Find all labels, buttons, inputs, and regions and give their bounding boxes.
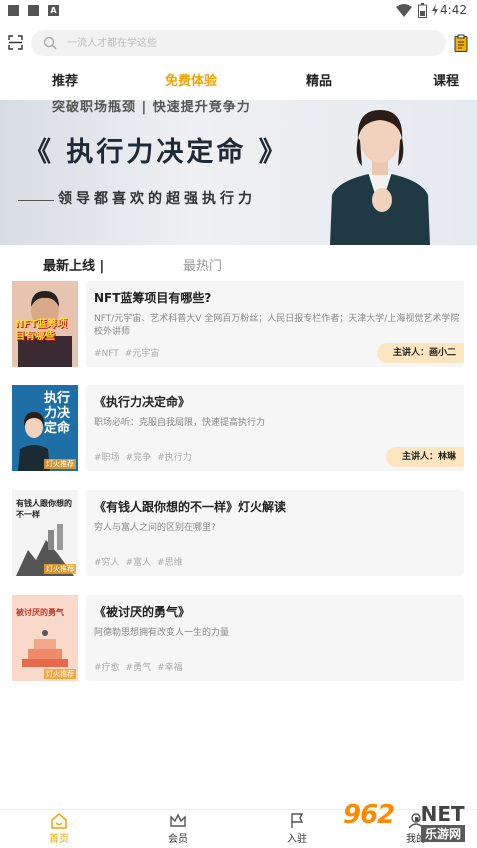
top-tabs: 推荐 免费体验 精品 课程 [0,64,477,98]
tab-latest-label: 最新上线 [43,259,96,274]
flag-icon [291,813,304,828]
course-thumbnail: 被讨厌的勇气 灯火推荐 [12,595,78,681]
nav-label: 入驻 [287,834,307,845]
banner-subtitle: 领导都喜欢的超强执行力 [58,191,256,207]
course-tags: #疗愈 #勇气 #幸福 [94,660,189,673]
thumbnail-text: 执行力决定命 [44,391,71,436]
course-description: 穷人与富人之间的区别在哪里? [94,523,216,533]
course-info: 《执行力决定命》 职场必听：克服自我局限，快速提高执行力 #职场 #竞争 #执行力 … [86,385,464,471]
tag: #勇气 [125,663,152,673]
tab-latest[interactable]: 最新上线 | [43,255,104,274]
banner-divider [18,200,54,201]
banner-presenter-image [330,110,430,245]
tag: #竞争 [125,453,152,463]
thumbnail-caption: 灯火推荐 [44,669,76,679]
course-card[interactable]: 有钱人跟你想的不一样 灯火推荐 《有钱人跟你想的不一样》灯火解读 穷人与富人之间… [12,490,464,576]
watermark-suffix: .NET [413,802,465,826]
charging-icon [432,4,438,16]
watermark-name: 乐游网 [421,825,466,842]
course-title: 《有钱人跟你想的不一样》灯火解读 [94,500,287,514]
nav-label: 首页 [49,834,69,845]
search-row [0,30,477,56]
course-tags: #NFT #元宇宙 [94,346,165,359]
banner-pagination [218,234,242,245]
course-title: 《执行力决定命》 [94,395,191,409]
course-title: 《被讨厌的勇气》 [94,605,191,619]
thumbnail-text: NFT蓝筹项目有哪些 [15,319,68,342]
tab-premium[interactable]: 精品 [306,70,332,89]
course-thumbnail: 有钱人跟你想的不一样 灯火推荐 [12,490,78,576]
tag: #元宇宙 [124,349,160,359]
search-icon [43,36,57,50]
lecturer-badge: 主讲人：画小二 [376,343,464,363]
thumbnail-text: 有钱人跟你想的不一样 [16,499,72,519]
tag: #富人 [125,558,152,568]
sort-tabs: 最新上线 | 最热门 [0,255,477,277]
course-info: 《被讨厌的勇气》 阿德勒思想拥有改变人一生的力量 #疗愈 #勇气 #幸福 [86,595,464,681]
tab-hottest[interactable]: 最热门 [183,255,222,274]
tag: #疗愈 [94,663,120,673]
course-thumbnail: NFT蓝筹项目有哪些 [12,281,78,367]
course-thumbnail: 执行力决定命 灯火推荐 [12,385,78,471]
thumbnail-text: 被讨厌的勇气 [16,608,64,617]
search-input[interactable] [67,30,427,56]
course-info: 《有钱人跟你想的不一样》灯火解读 穷人与富人之间的区别在哪里? #穷人 #富人 #思… [86,490,464,576]
notification-a-icon: A [48,5,59,16]
course-description: 阿德勒思想拥有改变人一生的力量 [94,628,230,638]
crown-icon [170,813,186,827]
tab-free-trial[interactable]: 免费体验 [165,70,217,89]
nav-membership[interactable]: 会员 [148,813,208,845]
tag: #幸福 [157,663,183,673]
course-card[interactable]: 被讨厌的勇气 灯火推荐 《被讨厌的勇气》 阿德勒思想拥有改变人一生的力量 #疗愈… [12,595,464,681]
course-card[interactable]: 执行力决定命 灯火推荐 《执行力决定命》 职场必听：克服自我局限，快速提高执行力… [12,385,464,471]
status-bar: A 4:42 [0,0,477,22]
site-watermark: 962 .NET 乐游网 [343,800,473,846]
clock: 4:42 [440,3,467,17]
clipboard-icon[interactable] [454,34,468,52]
nav-join[interactable]: 入驻 [267,813,327,845]
course-info: NFT蓝筹项目有哪些? NFT/元宇宙、艺术科普大V 全网百万粉丝；人民日报专栏… [86,281,464,367]
home-icon [51,813,67,829]
tag: #职场 [94,453,120,463]
tag: #NFT [94,349,119,359]
tag: #思维 [157,558,183,568]
banner-tagline: 突破职场瓶颈 | 快速提升竞争力 [52,100,251,115]
course-description: 职场必听：克服自我局限，快速提高执行力 [94,418,266,428]
scan-icon[interactable] [8,35,23,50]
thumbnail-caption: 灯火推荐 [44,459,76,469]
battery-icon [418,3,427,18]
tag: #穷人 [94,558,120,568]
tab-recommend[interactable]: 推荐 [52,70,78,89]
watermark-logo: 962 [343,800,395,830]
tag: #执行力 [157,453,192,463]
course-tags: #职场 #竞争 #执行力 [94,450,198,463]
course-card[interactable]: NFT蓝筹项目有哪些 NFT蓝筹项目有哪些? NFT/元宇宙、艺术科普大V 全网… [12,281,464,367]
notification-icon [28,5,39,16]
nav-label: 会员 [168,834,188,845]
banner-title: 《 执行力决定命 》 [24,137,289,168]
search-bar[interactable] [31,30,446,56]
tab-courses[interactable]: 课程 [433,70,459,89]
course-tags: #穷人 #富人 #思维 [94,555,189,568]
notification-icon [8,5,19,16]
thumbnail-caption: 灯火推荐 [44,564,76,574]
lecturer-badge: 主讲人：林琳 [385,447,464,467]
wifi-icon [396,4,412,17]
promo-banner[interactable]: 突破职场瓶颈 | 快速提升竞争力 《 执行力决定命 》 领导都喜欢的超强执行力 [0,100,477,245]
course-description: NFT/元宇宙、艺术科普大V 全网百万粉丝；人民日报专栏作者；天津大学/上海视觉… [94,314,460,337]
course-title: NFT蓝筹项目有哪些? [94,291,212,305]
nav-home[interactable]: 首页 [29,813,89,845]
